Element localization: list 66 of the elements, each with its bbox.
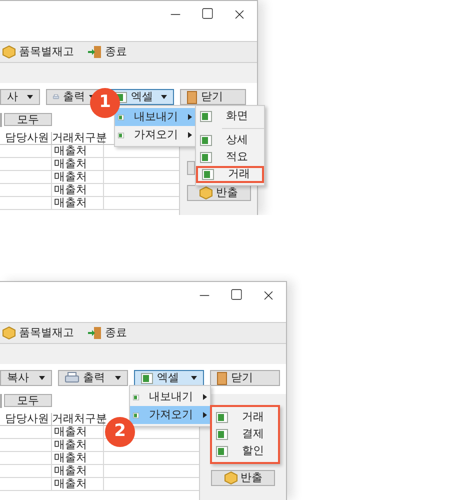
column-header[interactable]: 거래처구분 bbox=[52, 413, 104, 425]
table-cell: 매출처 bbox=[52, 184, 104, 196]
box-icon bbox=[224, 471, 238, 485]
printer-icon bbox=[65, 372, 79, 384]
door-icon bbox=[217, 372, 227, 384]
submenu-item[interactable]: 화면 bbox=[196, 108, 264, 125]
box-icon bbox=[2, 326, 16, 340]
dropdown-arrow-icon bbox=[27, 95, 33, 99]
spreadsheet-icon bbox=[216, 446, 228, 457]
table-cell: 매출처 bbox=[52, 452, 104, 464]
table-cell: 매출처 bbox=[52, 478, 104, 490]
spreadsheet-icon bbox=[216, 412, 228, 423]
column-header[interactable]: 담당사원 bbox=[0, 413, 52, 425]
column-header[interactable]: 담당사원 bbox=[0, 132, 52, 144]
spreadsheet-icon bbox=[133, 392, 139, 402]
all-filter-button[interactable]: 모두 bbox=[4, 113, 52, 126]
spreadsheet-icon bbox=[118, 112, 124, 122]
menu-item[interactable]: 내보내기 bbox=[130, 388, 210, 406]
exit-door-icon bbox=[88, 45, 102, 59]
spreadsheet-icon bbox=[141, 372, 153, 384]
spreadsheet-icon bbox=[216, 429, 228, 440]
print-button[interactable]: 출력 bbox=[58, 370, 128, 386]
dropdown-arrow-icon bbox=[191, 376, 197, 380]
submenu-item[interactable]: 결제 bbox=[212, 426, 278, 443]
table-cell: 매출처 bbox=[52, 158, 104, 170]
close-button[interactable]: 닫기 bbox=[180, 89, 246, 105]
submenu-item[interactable]: 할인 bbox=[212, 443, 278, 460]
submenu-item[interactable]: 거래 bbox=[212, 409, 278, 426]
table-cell: 매출처 bbox=[52, 465, 104, 477]
dropdown-arrow-icon bbox=[115, 376, 121, 380]
copy-button[interactable]: 복사 bbox=[0, 370, 52, 386]
spreadsheet-icon bbox=[200, 111, 212, 122]
spreadsheet-icon bbox=[200, 135, 212, 146]
dropdown-arrow-icon bbox=[39, 376, 45, 380]
return-button[interactable]: 반출 bbox=[186, 185, 250, 201]
close-button[interactable]: 닫기 bbox=[210, 370, 280, 386]
spreadsheet-icon bbox=[202, 169, 214, 180]
box-icon bbox=[2, 45, 16, 59]
toolbar-button[interactable]: 품목별재고 bbox=[2, 324, 74, 342]
table-cell: 매출처 bbox=[52, 426, 104, 438]
spreadsheet-icon bbox=[133, 410, 139, 420]
submenu-item[interactable]: 적요 bbox=[196, 149, 264, 166]
submenu-item[interactable]: 상세 bbox=[196, 132, 264, 149]
maximize-icon[interactable] bbox=[230, 288, 243, 301]
excel-button[interactable]: 엑셀 bbox=[134, 370, 204, 386]
spreadsheet-icon bbox=[200, 152, 212, 163]
maximize-icon[interactable] bbox=[201, 7, 214, 20]
all-filter-button[interactable]: 모두 bbox=[4, 394, 52, 407]
door-icon bbox=[187, 90, 197, 104]
dropdown-arrow-icon bbox=[161, 95, 167, 99]
submenu-item[interactable]: 거래 bbox=[196, 166, 264, 183]
table-cell: 매출처 bbox=[52, 171, 104, 183]
copy-button[interactable]: 사 bbox=[0, 89, 40, 105]
submenu-arrow-icon bbox=[203, 394, 207, 400]
exit-door-icon bbox=[88, 326, 102, 340]
return-button[interactable]: 반출 bbox=[211, 470, 275, 486]
toolbar-button[interactable]: 종료 bbox=[88, 44, 127, 60]
table-cell: 매출처 bbox=[52, 439, 104, 451]
spreadsheet-icon bbox=[118, 130, 124, 140]
table-cell: 매출처 bbox=[52, 197, 104, 209]
toolbar-button[interactable]: 종료 bbox=[88, 324, 127, 342]
toolbar-button[interactable]: 품목별재고 bbox=[2, 44, 74, 60]
column-header[interactable]: 거래처구분 bbox=[52, 132, 104, 144]
table-cell: 매출처 bbox=[52, 145, 104, 157]
menu-item[interactable]: 내보내기 bbox=[115, 108, 195, 126]
menu-item[interactable]: 가져오기 bbox=[130, 406, 210, 424]
